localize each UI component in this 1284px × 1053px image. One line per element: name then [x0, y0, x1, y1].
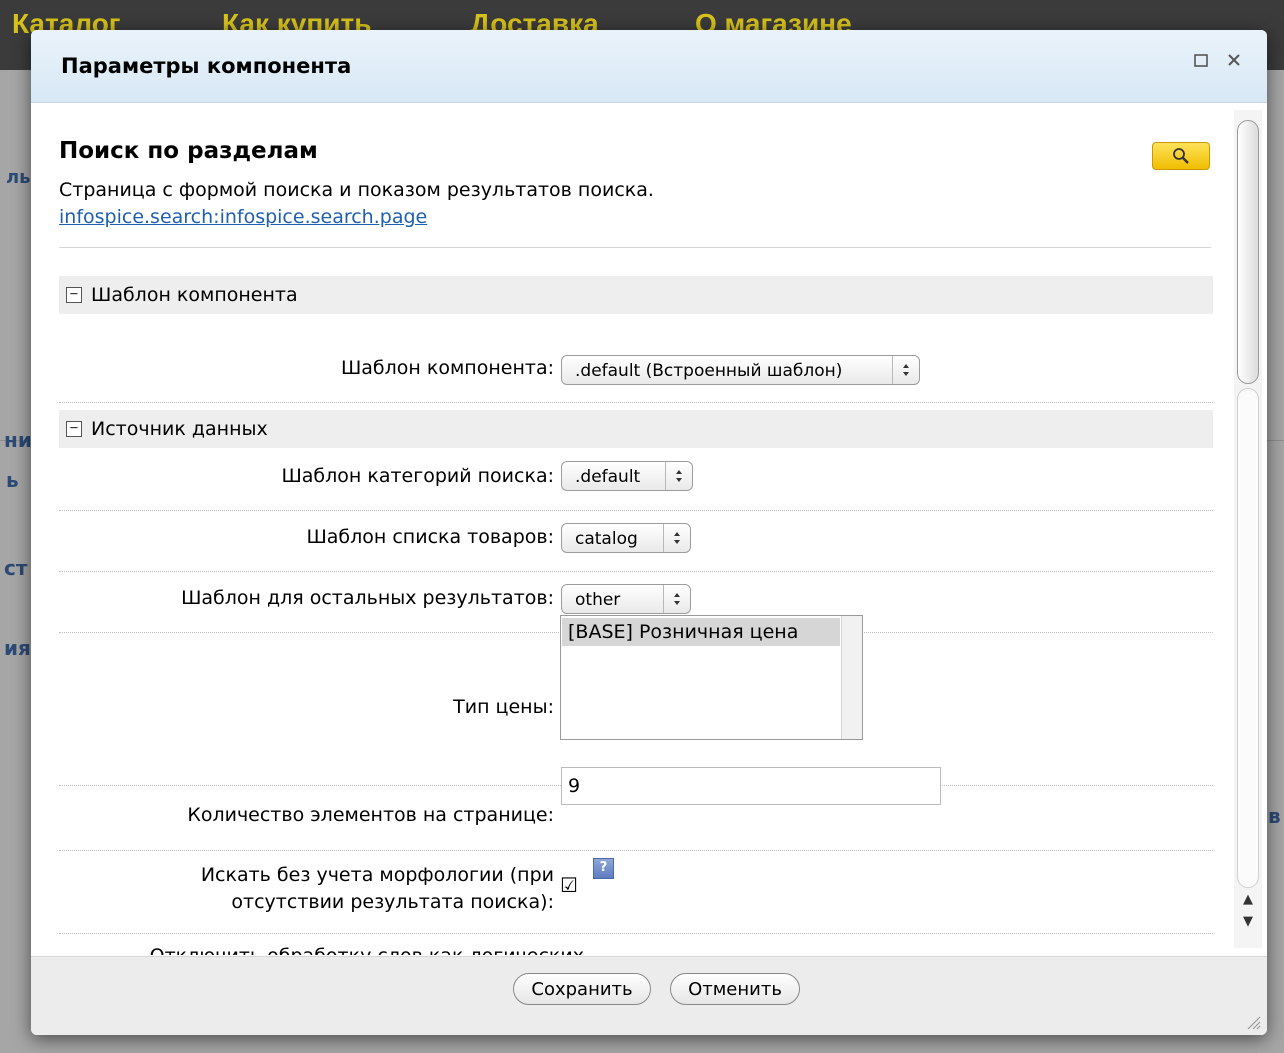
dialog-header[interactable]: Параметры компонента [31, 30, 1267, 103]
field-label: Шаблон категорий поиска: [281, 465, 554, 487]
select-value: .default [575, 467, 641, 487]
search-help-button[interactable] [1152, 142, 1210, 170]
dialog-scrollbar[interactable]: ▲ ▼ [1234, 110, 1262, 948]
items-per-page-input[interactable] [561, 767, 941, 805]
field-label: Тип цены: [453, 696, 554, 718]
bg-divider [1267, 440, 1284, 441]
cancel-button[interactable]: Отменить [670, 973, 800, 1005]
bg-text-fragment: ь [6, 468, 19, 492]
updown-arrow-icon [663, 585, 690, 613]
select-value: other [575, 590, 621, 610]
maximize-icon[interactable] [1188, 48, 1214, 76]
select-value: .default (Встроенный шаблон) [575, 361, 843, 381]
scroll-down-icon[interactable]: ▼ [1238, 912, 1258, 932]
component-description: Страница с формой поиска и показом резул… [59, 179, 654, 201]
group-data-source[interactable]: − Источник данных [59, 410, 1213, 448]
dialog-title: Параметры компонента [61, 54, 352, 78]
save-button[interactable]: Сохранить [513, 973, 651, 1005]
field-label: Отключить обработку слов как логических [150, 945, 584, 955]
bg-text-fragment: ия [4, 636, 31, 660]
scrollbar-thumb[interactable] [1237, 120, 1259, 384]
collapse-toggle-icon[interactable]: − [66, 421, 82, 437]
bg-text-fragment: ст [4, 556, 28, 580]
field-label: Искать без учета морфологии (при отсутст… [200, 864, 554, 913]
search-category-template-select[interactable]: .default [561, 461, 693, 491]
scroll-up-icon[interactable]: ▲ [1238, 890, 1258, 910]
component-parameters-dialog: Параметры компонента Поиск по разделам С… [31, 30, 1267, 1035]
magnifier-icon [1173, 148, 1189, 164]
other-results-template-select[interactable]: other [561, 584, 691, 614]
component-link[interactable]: infospice.search:infospice.search.page [59, 206, 427, 228]
help-icon[interactable]: ? [593, 858, 614, 879]
component-name: Поиск по разделам [59, 138, 318, 164]
row-divider [59, 850, 1213, 851]
dialog-footer: Сохранить Отменить [31, 956, 1267, 1035]
updown-arrow-icon [892, 356, 919, 384]
close-icon[interactable] [1221, 48, 1247, 76]
row-divider [59, 510, 1213, 511]
field-label: Шаблон компонента: [340, 357, 554, 379]
logical-words-checkbox[interactable]: ☑ [560, 952, 578, 955]
group-label[interactable]: Источник данных [91, 418, 268, 440]
row-divider [59, 571, 1213, 572]
updown-arrow-icon [663, 524, 690, 552]
field-label: Шаблон списка товаров: [306, 526, 554, 548]
row-divider [59, 402, 1213, 403]
group-component-template[interactable]: − Шаблон компонента [59, 276, 1213, 314]
price-type-listbox[interactable]: [BASE] Розничная цена [560, 615, 863, 740]
morphology-checkbox[interactable]: ☑ [560, 873, 578, 897]
listbox-scrollbar[interactable] [841, 616, 862, 739]
dialog-body: Поиск по разделам Страница с формой поис… [31, 103, 1267, 955]
component-template-select[interactable]: .default (Встроенный шаблон) [561, 355, 920, 385]
collapse-toggle-icon[interactable]: − [66, 287, 82, 303]
list-option[interactable]: [BASE] Розничная цена [562, 618, 840, 646]
bg-text-fragment: ль [6, 167, 31, 188]
scrollbar-track[interactable] [1237, 388, 1259, 888]
bg-text-fragment: ни [4, 428, 32, 452]
field-label: Количество элементов на странице: [187, 804, 554, 826]
field-label: Шаблон для остальных результатов: [181, 587, 554, 609]
resize-grip-icon[interactable] [1243, 1012, 1261, 1030]
row-divider [59, 933, 1213, 934]
product-list-template-select[interactable]: catalog [561, 523, 691, 553]
select-value: catalog [575, 529, 638, 549]
bg-text-fragment: в [1268, 804, 1281, 828]
updown-arrow-icon [665, 462, 692, 490]
header-separator [59, 247, 1211, 248]
group-label[interactable]: Шаблон компонента [91, 284, 298, 306]
